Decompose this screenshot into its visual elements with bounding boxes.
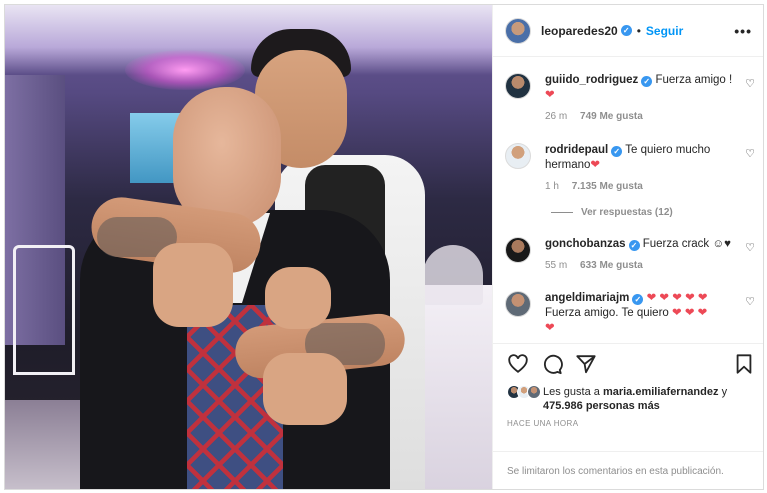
comment-body: gonchobanzas ✓ Fuerza crack ☺♥ 55 m 633 M… xyxy=(545,237,735,273)
comments-limited-notice: Se limitaron los comentarios en esta pub… xyxy=(493,451,763,489)
commenter-avatar[interactable] xyxy=(505,143,531,169)
verified-icon: ✓ xyxy=(641,76,653,87)
comment-meta: 26 m 749 Me gusta xyxy=(545,109,735,124)
commenter-avatar[interactable] xyxy=(505,291,531,317)
comment-time[interactable]: 55 m xyxy=(545,260,567,271)
heart-icon[interactable] xyxy=(507,353,529,375)
verified-icon: ✓ xyxy=(611,146,623,157)
comment-time[interactable]: 1 h xyxy=(545,181,559,192)
liker-avatars xyxy=(507,385,541,399)
header-separator: • xyxy=(636,23,641,38)
post-timestamp[interactable]: HACE UNA HORA xyxy=(507,419,578,428)
author-avatar[interactable] xyxy=(505,17,531,44)
comment-item: angeldimariajm ✓ ❤ ❤ ❤ ❤ ❤ Fuerza amigo. … xyxy=(505,291,755,336)
like-comment-icon[interactable]: ♡ xyxy=(745,147,755,160)
instagram-post: leoparedes20 ✓ • Seguir ••• guiido_rodri… xyxy=(4,4,764,490)
verified-icon: ✓ xyxy=(620,25,632,36)
heart-emoji: ❤ ❤ ❤ ❤ ❤ xyxy=(646,292,708,304)
comment-meta: 1 h 7.135 Me gusta xyxy=(545,179,735,194)
comment-meta: 55 m 633 Me gusta xyxy=(545,258,735,273)
author-username[interactable]: leoparedes20 xyxy=(541,24,618,38)
heart-emoji: ❤ xyxy=(590,159,601,171)
post-sidebar: leoparedes20 ✓ • Seguir ••• guiido_rodri… xyxy=(492,5,763,489)
verified-icon: ✓ xyxy=(628,240,640,251)
commenter-avatar[interactable] xyxy=(505,73,531,99)
comment-icon[interactable] xyxy=(541,353,563,375)
heart-emoji: ❤ ❤ ❤ xyxy=(672,307,708,319)
likes-count[interactable]: 475.986 personas más xyxy=(543,400,660,412)
save-icon[interactable] xyxy=(733,353,755,375)
likes-summary[interactable]: Les gusta a maria.emiliafernandez y 475.… xyxy=(507,385,757,413)
more-icon[interactable]: ••• xyxy=(734,23,752,39)
liker-avatar xyxy=(527,385,541,399)
action-bar xyxy=(493,343,763,383)
comment-text: Fuerza amigo ! xyxy=(655,74,733,86)
follow-button[interactable]: Seguir xyxy=(646,24,683,38)
comment-likes[interactable]: 633 Me gusta xyxy=(580,260,643,271)
like-comment-icon[interactable]: ♡ xyxy=(745,295,755,308)
emoji-group: ☺♥ xyxy=(712,238,731,250)
share-icon[interactable] xyxy=(575,353,597,375)
comment-likes[interactable]: 749 Me gusta xyxy=(580,111,643,122)
commenter-username[interactable]: gonchobanzas xyxy=(545,238,626,250)
view-replies-label: Ver respuestas (12) xyxy=(581,207,673,218)
comment-time[interactable]: 26 m xyxy=(545,111,567,122)
comment-text: Fuerza crack xyxy=(642,238,710,250)
commenter-username[interactable]: rodridepaul xyxy=(545,144,608,156)
verified-icon: ✓ xyxy=(632,294,644,305)
old-man-hand xyxy=(153,243,233,327)
photo-light xyxy=(125,50,245,90)
comments-list[interactable]: guiido_rodriguez ✓ Fuerza amigo ! ❤ 26 m … xyxy=(493,57,763,343)
comment-body: rodridepaul ✓ Te quiero mucho hermano❤ 1 … xyxy=(545,143,735,194)
comment-item: gonchobanzas ✓ Fuerza crack ☺♥ 55 m 633 M… xyxy=(505,237,755,273)
like-comment-icon[interactable]: ♡ xyxy=(745,77,755,90)
likes-prefix: Les gusta a xyxy=(543,386,600,398)
comment-body: guiido_rodriguez ✓ Fuerza amigo ! ❤ 26 m … xyxy=(545,73,735,124)
heart-emoji: ❤ xyxy=(545,322,555,334)
liker-username[interactable]: maria.emiliafernandez xyxy=(603,386,719,398)
comment-likes[interactable]: 7.135 Me gusta xyxy=(572,181,643,192)
replies-divider xyxy=(551,212,573,213)
post-photo[interactable] xyxy=(5,5,492,489)
comment-item: guiido_rodriguez ✓ Fuerza amigo ! ❤ 26 m … xyxy=(505,73,755,124)
comment-body: angeldimariajm ✓ ❤ ❤ ❤ ❤ ❤ Fuerza amigo. … xyxy=(545,291,735,336)
likes-text: Les gusta a maria.emiliafernandez y 475.… xyxy=(543,385,727,413)
view-replies-button[interactable]: Ver respuestas (12) xyxy=(551,207,673,218)
photo-chair xyxy=(13,245,75,375)
clasped-hand xyxy=(263,353,347,425)
young-man-hand xyxy=(265,267,331,329)
comment-text: Fuerza amigo. Te quiero xyxy=(545,307,669,319)
commenter-username[interactable]: angeldimariajm xyxy=(545,292,629,304)
likes-joiner: y xyxy=(721,386,728,398)
comment-item: rodridepaul ✓ Te quiero mucho hermano❤ 1 … xyxy=(505,143,755,194)
comments-limited-text: Se limitaron los comentarios en esta pub… xyxy=(507,466,724,477)
photo-ceiling xyxy=(5,5,492,75)
commenter-avatar[interactable] xyxy=(505,237,531,263)
heart-emoji: ❤ xyxy=(545,89,555,101)
commenter-username[interactable]: guiido_rodriguez xyxy=(545,74,638,86)
photo-chair-back xyxy=(423,245,483,305)
post-header: leoparedes20 ✓ • Seguir ••• xyxy=(493,5,763,57)
like-comment-icon[interactable]: ♡ xyxy=(745,241,755,254)
